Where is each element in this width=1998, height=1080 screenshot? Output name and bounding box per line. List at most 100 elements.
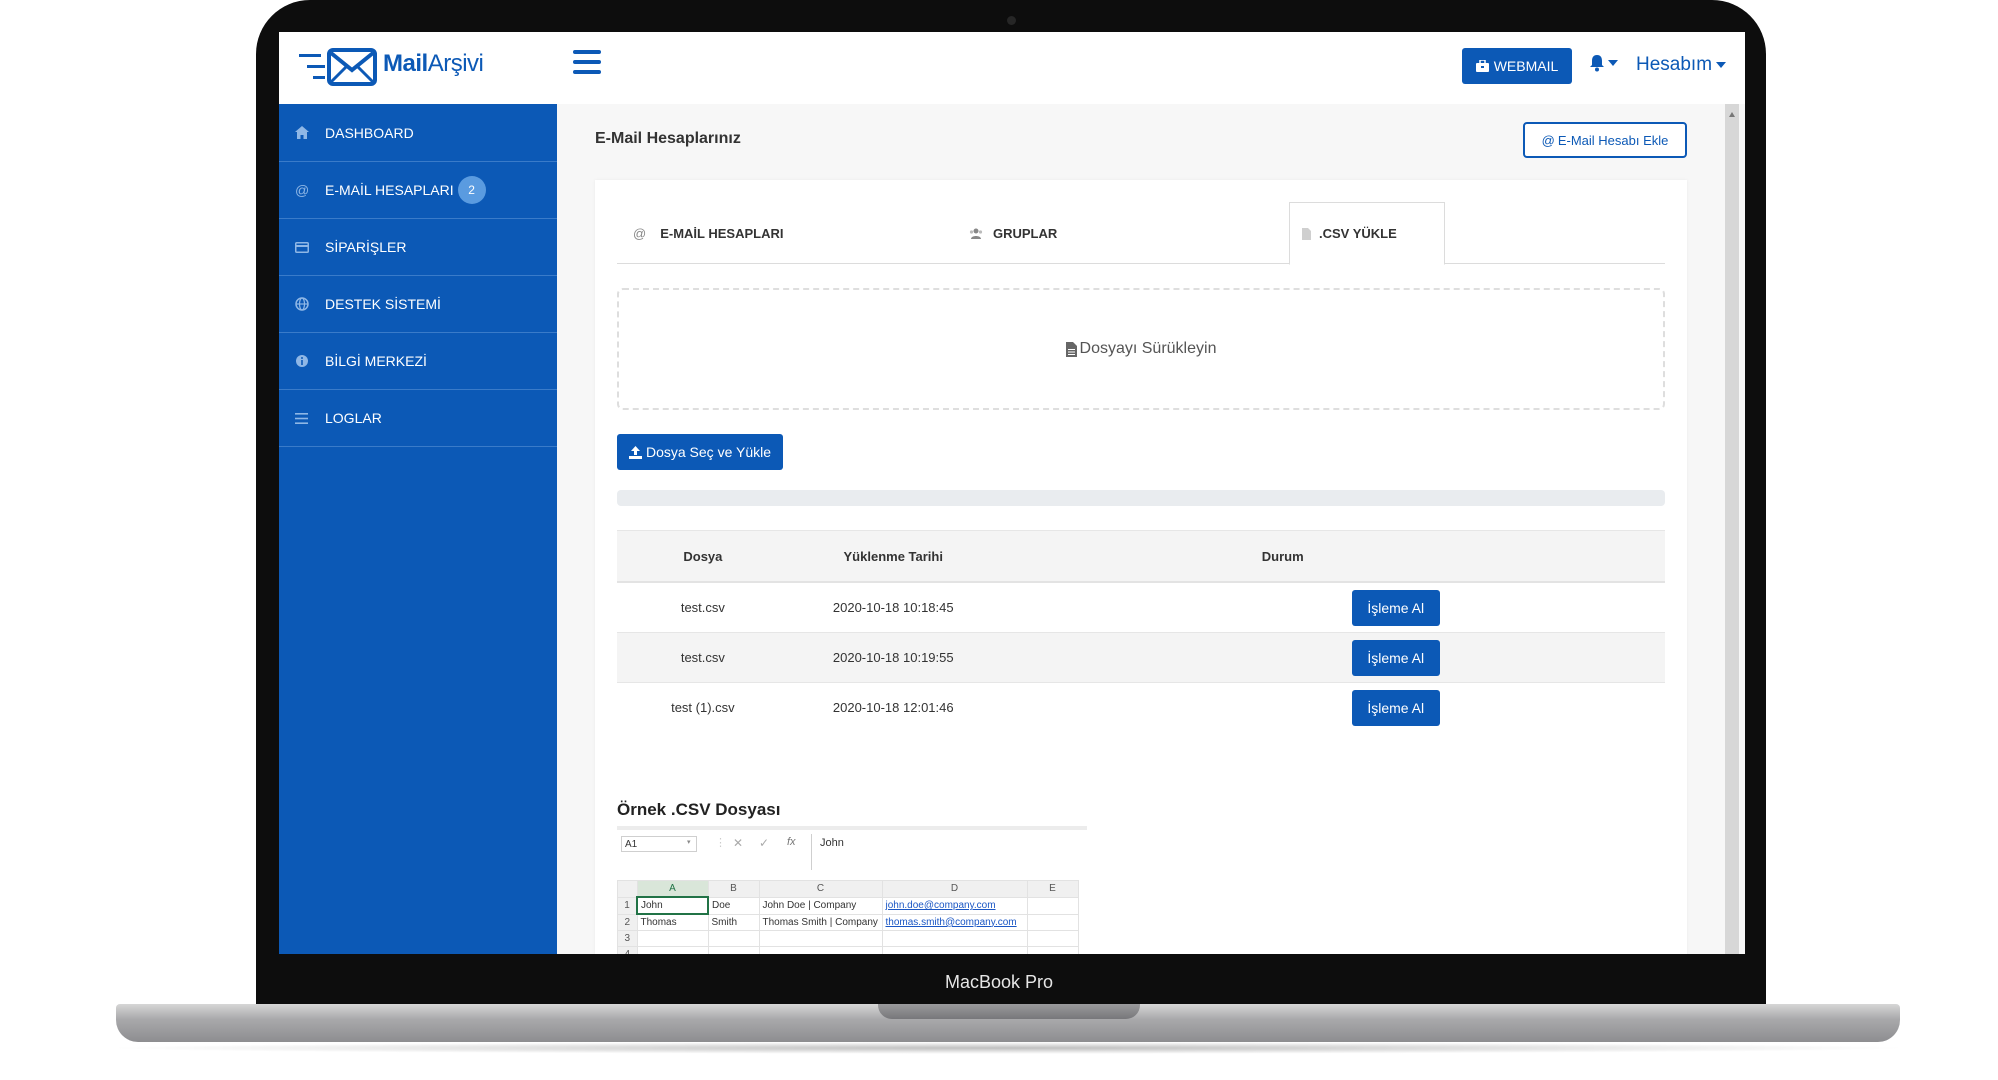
logo-area[interactable]: MailArşivi — [279, 32, 557, 104]
sheet-cell: thomas.smith@company.com — [881, 913, 1028, 931]
logo-text: MailArşivi — [383, 50, 484, 77]
table-header-row: Dosya Yüklenme Tarihi Durum — [617, 530, 1665, 583]
upload-date-cell: 2020-10-18 10:19:55 — [788, 632, 998, 683]
sidebar: DASHBOARD @ E-MAİL HESAPLARI 2 SİPARİŞLE… — [279, 104, 557, 954]
info-icon — [296, 355, 308, 367]
file-dropzone[interactable]: Dosyayı Sürükleyin — [617, 288, 1665, 410]
function-icon: fx — [787, 836, 796, 848]
check-icon: ✓ — [759, 836, 770, 850]
card-icon — [295, 241, 309, 253]
sidebar-item-email-accounts[interactable]: @ E-MAİL HESAPLARI 2 — [279, 162, 557, 219]
scroll-up-icon[interactable] — [1729, 112, 1735, 117]
row-header: 4 — [617, 946, 638, 954]
sheet-cell — [707, 946, 760, 954]
sidebar-item-logs[interactable]: LOGLAR — [279, 390, 557, 447]
count-badge: 2 — [457, 176, 486, 204]
example-spreadsheet-image: A1 ▾ ⋮ ✕ ✓ fx John A B C D E 1 John Doe … — [617, 826, 1087, 954]
sheet-cell — [1026, 913, 1079, 931]
column-header: A — [636, 880, 709, 898]
screen: MailArşivi WEBMAIL Hesabım DASHBOARD @ E… — [279, 32, 1745, 954]
laptop-notch — [878, 1004, 1140, 1019]
sheet-cell: Doe — [707, 896, 760, 915]
file-icon — [1065, 341, 1077, 357]
table-row: test (1).csv 2020-10-18 12:01:46 İşleme … — [617, 683, 1665, 733]
mail-logo-icon — [299, 48, 377, 86]
formula-bar: A1 ▾ ⋮ ✕ ✓ fx John — [617, 830, 1087, 874]
content-card: @ E-MAİL HESAPLARI GRUPLAR .CSV YÜKLE Do… — [595, 180, 1687, 954]
select-upload-button[interactable]: Dosya Seç ve Yükle — [617, 434, 783, 470]
file-name-cell: test (1).csv — [671, 700, 735, 715]
sheet-cell — [758, 930, 883, 947]
sheet-cell — [758, 946, 883, 954]
column-header: D — [881, 880, 1028, 898]
sheet-cell — [881, 930, 1028, 947]
at-icon: @ — [295, 182, 310, 198]
column-header: B — [707, 880, 760, 898]
at-icon: @ — [633, 225, 647, 241]
sheet-cell — [1026, 946, 1079, 954]
tab-bar: @ E-MAİL HESAPLARI GRUPLAR .CSV YÜKLE — [617, 202, 1665, 265]
sheet-cell — [1026, 930, 1079, 947]
chevron-down-icon — [1716, 62, 1727, 68]
briefcase-icon — [1475, 60, 1489, 72]
webmail-button[interactable]: WEBMAIL — [1462, 48, 1572, 84]
globe-icon — [295, 297, 309, 311]
bell-icon — [1590, 55, 1604, 72]
sidebar-item-knowledge[interactable]: BİLGİ MERKEZİ — [279, 333, 557, 390]
upload-icon — [628, 445, 642, 459]
column-header-status: Durum — [997, 530, 1665, 583]
users-icon — [969, 228, 983, 239]
device-label: MacBook Pro — [944, 972, 1054, 992]
sheet-cell — [881, 946, 1028, 954]
chevron-down-icon: ▾ — [687, 839, 691, 846]
grid-corner — [617, 880, 638, 898]
sheet-grid: A B C D E 1 John Doe John Doe | Company … — [617, 880, 1079, 954]
at-icon: @ — [1541, 132, 1555, 148]
sidebar-item-support[interactable]: DESTEK SİSTEMİ — [279, 276, 557, 333]
process-button[interactable]: İşleme Al — [1351, 639, 1440, 676]
column-header-date: Yüklenme Tarihi — [788, 530, 998, 583]
tab-email-accounts[interactable]: @ E-MAİL HESAPLARI — [617, 202, 953, 264]
sheet-cell — [1026, 896, 1079, 915]
status-cell: İşleme Al — [997, 582, 1665, 633]
account-dropdown[interactable]: Hesabım — [1636, 54, 1727, 76]
list-icon — [295, 412, 308, 424]
menu-toggle-icon[interactable] — [573, 50, 601, 80]
laptop-shadow — [100, 1042, 1916, 1054]
process-button[interactable]: İşleme Al — [1351, 589, 1440, 626]
sidebar-item-orders[interactable]: SİPARİŞLER — [279, 219, 557, 276]
sheet-cell: Smith — [707, 913, 760, 931]
row-header: 1 — [617, 896, 638, 915]
chevron-down-icon — [1608, 60, 1618, 66]
sidebar-item-dashboard[interactable]: DASHBOARD — [279, 104, 557, 162]
table-row: test.csv 2020-10-18 10:18:45 İşleme Al — [617, 582, 1665, 633]
notifications-dropdown[interactable] — [1589, 54, 1618, 72]
sheet-cell — [636, 930, 709, 947]
example-csv-title: Örnek .CSV Dosyası — [617, 800, 781, 819]
file-name-cell: test.csv — [617, 632, 789, 683]
upload-date-cell: 2020-10-18 10:18:45 — [788, 582, 998, 633]
process-button[interactable]: İşleme Al — [1351, 689, 1440, 726]
cancel-icon: ✕ — [733, 836, 744, 850]
status-cell: İşleme Al — [997, 632, 1665, 683]
sheet-cell — [707, 930, 760, 947]
camera-dot — [1007, 16, 1016, 25]
tab-csv-upload[interactable]: .CSV YÜKLE — [1289, 202, 1445, 265]
separator-icon: ⋮ — [715, 837, 726, 849]
sheet-cell: John Doe | Company — [758, 896, 883, 915]
row-header: 3 — [617, 930, 638, 947]
tab-groups[interactable]: GRUPLAR — [953, 202, 1273, 264]
sheet-cell — [636, 946, 709, 954]
sheet-cell: john.doe@company.com — [881, 896, 1028, 915]
column-header-file: Dosya — [617, 530, 789, 583]
scrollbar[interactable] — [1725, 104, 1739, 954]
sheet-cell: Thomas Smith | Company — [758, 913, 883, 931]
upload-progress-bar — [617, 490, 1665, 506]
sheet-cell: John — [636, 896, 709, 915]
add-email-account-button[interactable]: @ E-Mail Hesabı Ekle — [1523, 122, 1687, 158]
table-row: test.csv 2020-10-18 10:19:55 İşleme Al — [617, 632, 1665, 683]
file-icon — [1302, 227, 1311, 240]
page-title: E-Mail Hesaplarınız — [595, 130, 741, 147]
file-name-cell: test.csv — [617, 582, 789, 633]
column-header: C — [758, 880, 883, 898]
